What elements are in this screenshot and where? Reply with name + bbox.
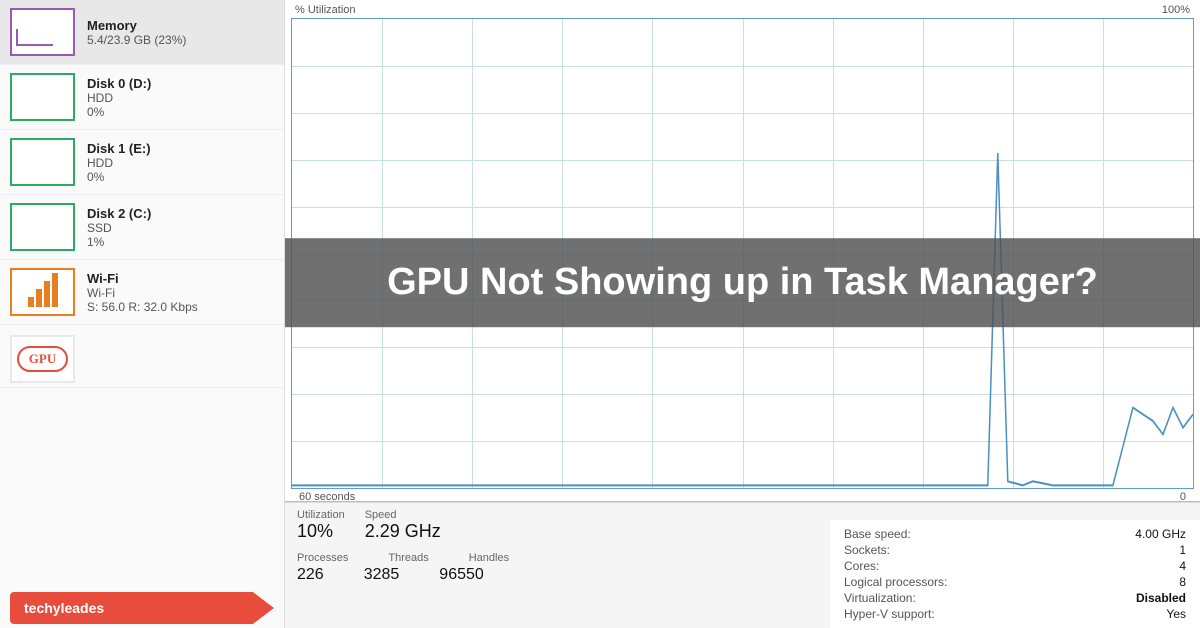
- info-row-sockets: Sockets: 1: [844, 542, 1186, 558]
- y-axis-max: 100%: [1162, 4, 1190, 16]
- disk0-info: Disk 0 (D:) HDD 0%: [87, 76, 151, 119]
- info-row-cores: Cores: 4: [844, 558, 1186, 574]
- hyperv-label: Hyper-V support:: [844, 607, 974, 621]
- cores-value: 4: [1179, 559, 1186, 573]
- virt-label: Virtualization:: [844, 591, 974, 605]
- base-speed-value: 4.00 GHz: [1135, 527, 1186, 541]
- chart-label-top: % Utilization 100%: [291, 4, 1194, 16]
- wifi-thumbnail: [10, 268, 75, 316]
- chart-bottom-labels: 60 seconds 0: [291, 489, 1194, 505]
- brand-area: techyleades: [0, 578, 284, 628]
- sidebar-item-wifi[interactable]: Wi-Fi Wi-Fi S: 56.0 R: 32.0 Kbps: [0, 260, 284, 325]
- overlay-title: GPU Not Showing up in Task Manager?: [285, 238, 1200, 328]
- handles-value: 96550: [439, 566, 484, 584]
- base-speed-label: Base speed:: [844, 527, 974, 541]
- sidebar: Memory 5.4/23.9 GB (23%) Disk 0 (D:) HDD…: [0, 0, 285, 628]
- speed-value: 2.29 GHz: [365, 521, 441, 542]
- memory-sub: 5.4/23.9 GB (23%): [87, 33, 186, 47]
- disk2-val: 1%: [87, 235, 151, 249]
- disk2-sub: SSD: [87, 221, 151, 235]
- main-panel: % Utilization 100%: [285, 0, 1200, 628]
- wifi-bar-4: [52, 273, 58, 307]
- info-row-virt: Virtualization: Disabled: [844, 590, 1186, 606]
- utilization-label: Utilization: [297, 509, 345, 521]
- memory-info: Memory 5.4/23.9 GB (23%): [87, 18, 186, 47]
- threads-value: 3285: [364, 566, 400, 584]
- chart-time-start: 60 seconds: [299, 491, 355, 503]
- memory-name: Memory: [87, 18, 186, 33]
- sidebar-item-memory[interactable]: Memory 5.4/23.9 GB (23%): [0, 0, 284, 65]
- wifi-bar-3: [44, 281, 50, 307]
- threads-label: Threads: [388, 552, 428, 564]
- disk2-info: Disk 2 (C:) SSD 1%: [87, 206, 151, 249]
- disk0-name: Disk 0 (D:): [87, 76, 151, 91]
- pth-labels: Processes Threads Handles: [297, 552, 509, 564]
- disk1-sub: HDD: [87, 156, 151, 170]
- memory-thumbnail: [10, 8, 75, 56]
- wifi-bar-2: [36, 289, 42, 307]
- logical-label: Logical processors:: [844, 575, 974, 589]
- processes-value: 226: [297, 566, 324, 584]
- disk1-name: Disk 1 (E:): [87, 141, 151, 156]
- logical-value: 8: [1179, 575, 1186, 589]
- gpu-thumbnail: GPU: [10, 335, 75, 383]
- virt-value: Disabled: [1136, 591, 1186, 605]
- bottom-row: Processes Threads Handles 226 3285 96550…: [285, 548, 1200, 628]
- sidebar-item-gpu[interactable]: GPU: [0, 325, 284, 388]
- wifi-bar-1: [28, 297, 34, 307]
- sidebar-item-disk1[interactable]: Disk 1 (E:) HDD 0%: [0, 130, 284, 195]
- cores-label: Cores:: [844, 559, 974, 573]
- disk0-val: 0%: [87, 105, 151, 119]
- speed-label: Speed: [365, 509, 441, 521]
- sockets-label: Sockets:: [844, 543, 974, 557]
- pth-values: 226 3285 96550: [297, 566, 509, 584]
- y-axis-label: % Utilization: [295, 4, 356, 16]
- wifi-info: Wi-Fi Wi-Fi S: 56.0 R: 32.0 Kbps: [87, 271, 198, 314]
- sidebar-item-disk2[interactable]: Disk 2 (C:) SSD 1%: [0, 195, 284, 260]
- sidebar-item-disk0[interactable]: Disk 0 (D:) HDD 0%: [0, 65, 284, 130]
- info-row-hyperv: Hyper-V support: Yes: [844, 606, 1186, 622]
- wifi-sub: Wi-Fi: [87, 286, 198, 300]
- wifi-bars-icon: [25, 274, 61, 310]
- info-row-logical: Logical processors: 8: [844, 574, 1186, 590]
- brand-label: techyleades: [24, 600, 104, 616]
- stat-speed: Speed 2.29 GHz: [365, 509, 441, 542]
- disk0-thumbnail: [10, 73, 75, 121]
- cpu-info-panel: Base speed: 4.00 GHz Sockets: 1 Cores: 4…: [830, 520, 1200, 628]
- disk1-info: Disk 1 (E:) HDD 0%: [87, 141, 151, 184]
- chart-time-end: 0: [1180, 491, 1186, 503]
- hyperv-value: Yes: [1166, 607, 1186, 621]
- wifi-name: Wi-Fi: [87, 271, 198, 286]
- pth-group: Processes Threads Handles 226 3285 96550: [297, 552, 509, 622]
- utilization-value: 10%: [297, 521, 345, 542]
- disk2-thumbnail: [10, 203, 75, 251]
- brand-banner: techyleades: [10, 592, 274, 624]
- wifi-val: S: 56.0 R: 32.0 Kbps: [87, 300, 198, 314]
- disk0-sub: HDD: [87, 91, 151, 105]
- disk2-name: Disk 2 (C:): [87, 206, 151, 221]
- overlay-title-text: GPU Not Showing up in Task Manager?: [387, 261, 1098, 303]
- stat-utilization: Utilization 10%: [297, 509, 345, 542]
- handles-label: Handles: [469, 552, 509, 564]
- processes-label: Processes: [297, 552, 348, 564]
- info-row-basespeed: Base speed: 4.00 GHz: [844, 526, 1186, 542]
- disk1-val: 0%: [87, 170, 151, 184]
- gpu-oval-label: GPU: [17, 346, 68, 372]
- sockets-value: 1: [1179, 543, 1186, 557]
- disk1-thumbnail: [10, 138, 75, 186]
